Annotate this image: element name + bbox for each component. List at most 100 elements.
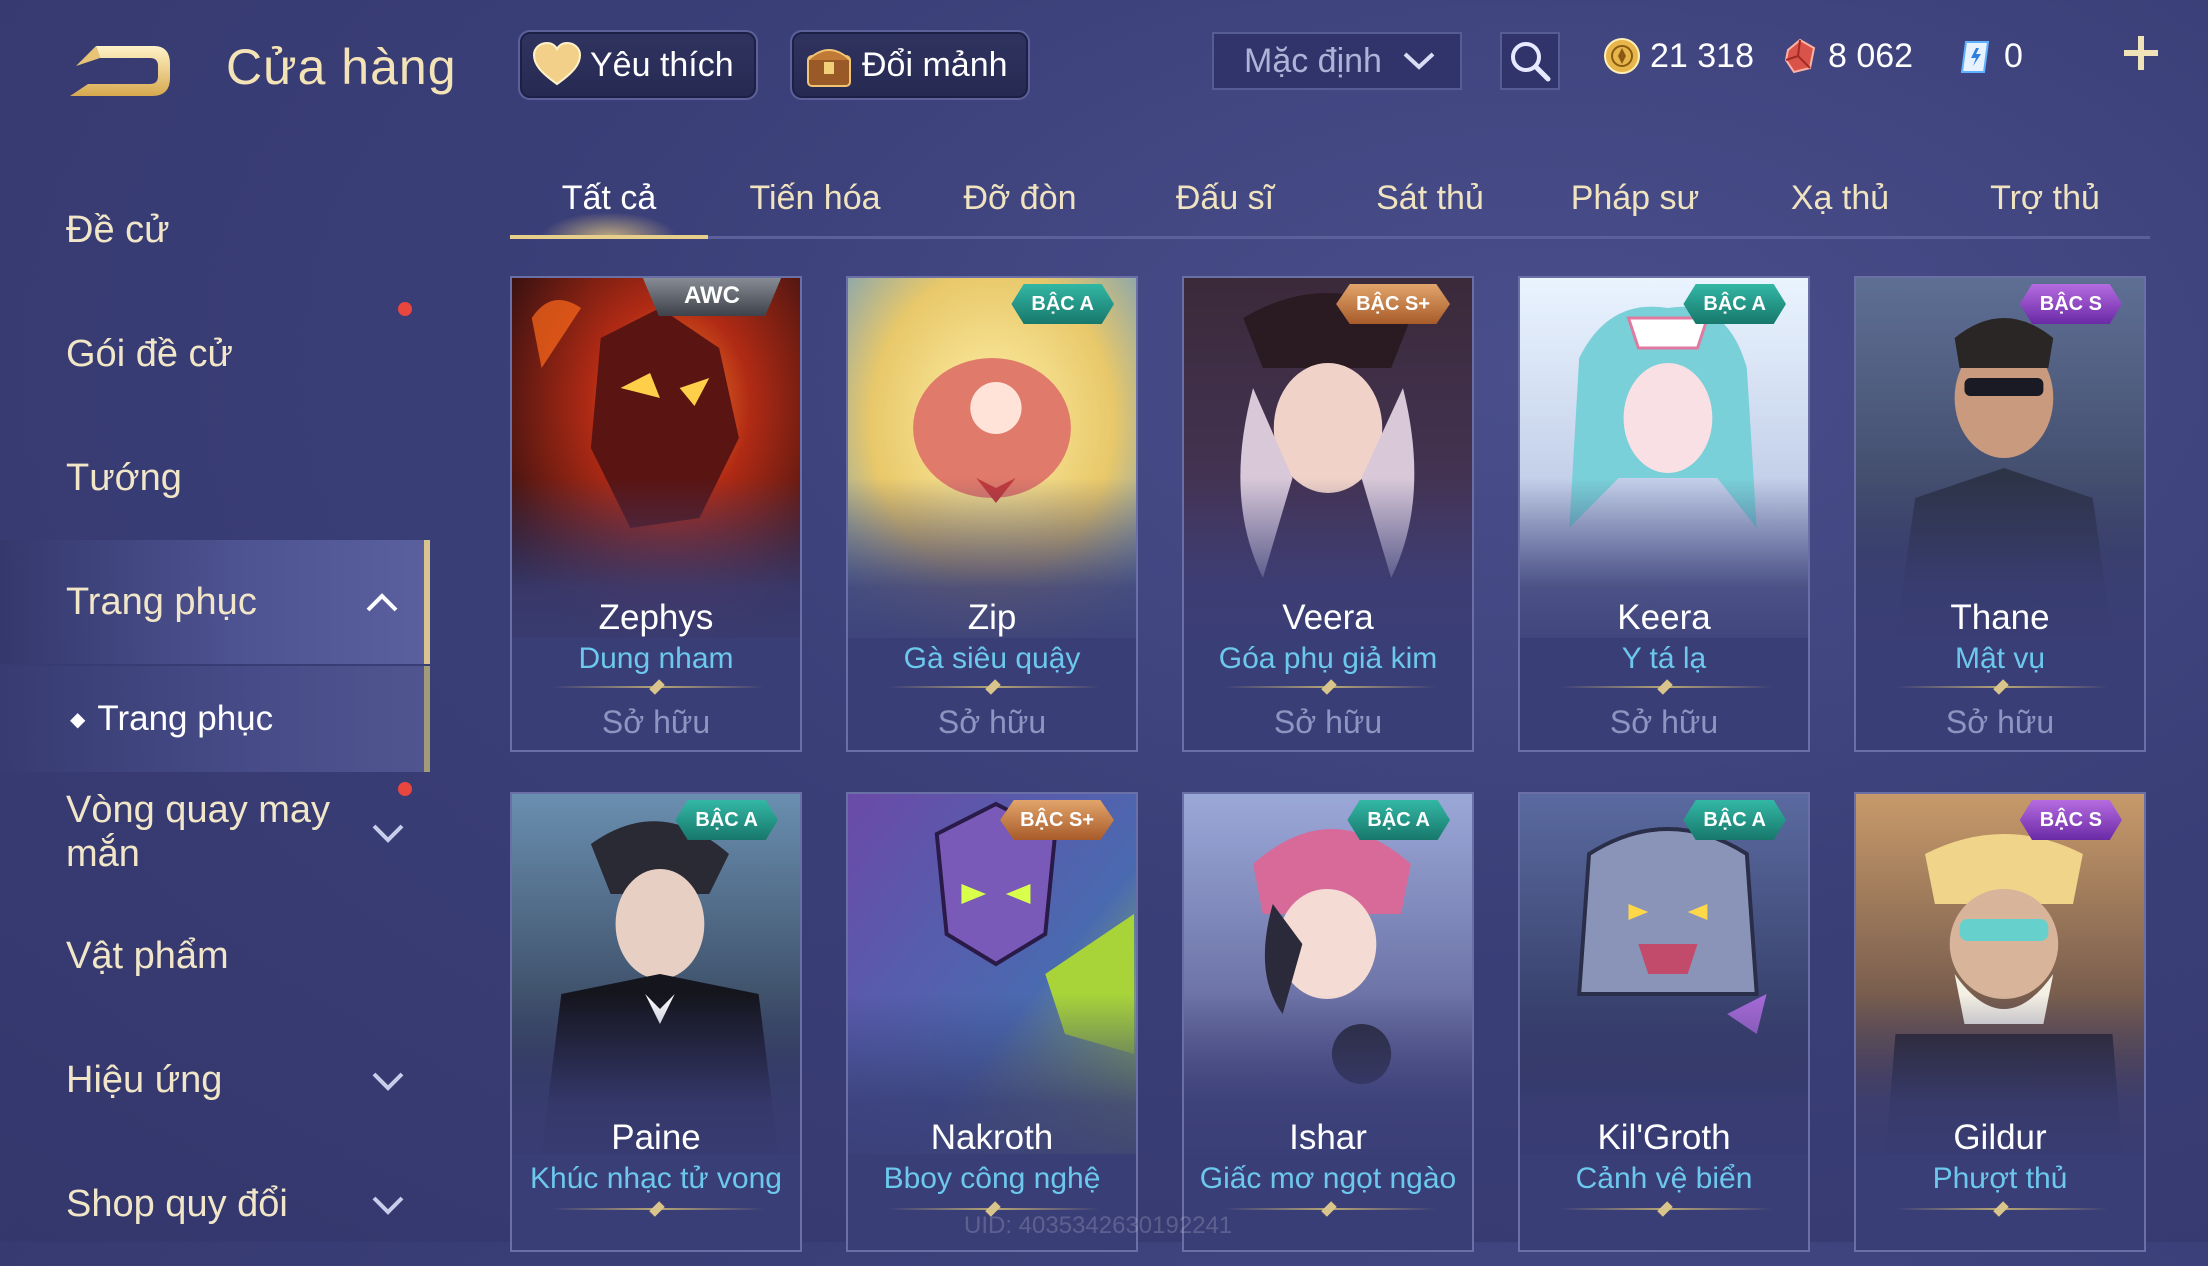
skin-card-thane[interactable]: BẬC S Thane Mật vụ Sở hữu — [1854, 276, 2146, 752]
skin-name: Bboy công nghệ — [883, 1162, 1101, 1195]
skin-name: Dung nham — [578, 642, 734, 675]
notification-dot — [398, 782, 412, 796]
skin-card-paine[interactable]: BẬC A Paine Khúc nhạc tử vong — [510, 792, 802, 1252]
hero-name: Zip — [967, 598, 1017, 637]
skin-name: Mật vụ — [1954, 642, 2046, 675]
skin-card-ishar[interactable]: BẬC A Ishar Giấc mơ ngọt ngào — [1182, 792, 1474, 1252]
owned-status: Sở hữu — [1609, 704, 1719, 740]
page-title: Cửa hàng — [226, 39, 457, 95]
tab-assassin[interactable]: Sát thủ — [1330, 160, 1530, 236]
gem-amount: 8 062 — [1828, 36, 1914, 75]
heart-icon — [532, 41, 582, 86]
tab-tank[interactable]: Đỡ đòn — [920, 160, 1120, 236]
treasure-chest-icon — [807, 49, 851, 87]
hero-name: Ishar — [1289, 1118, 1367, 1157]
sidebar-item-skins[interactable]: Trang phục — [0, 540, 430, 664]
tier-badge: BẬC A — [1683, 800, 1786, 840]
chevron-down-icon — [372, 1072, 404, 1091]
skin-card-keera[interactable]: BẬC A Keera Y tá lạ Sở hữu — [1518, 276, 1810, 752]
gem-currency: 8 062 — [1780, 34, 1913, 78]
hero-name: Keera — [1617, 598, 1711, 637]
hero-name: Thane — [1950, 598, 2050, 637]
separator-gem-icon — [649, 679, 665, 695]
sidebar-item-label: Vòng quay may mắn — [66, 789, 331, 875]
skin-card-kilgroth[interactable]: BẬC A Kil'Groth Cảnh vệ biển — [1518, 792, 1810, 1252]
gold-amount: 21 318 — [1650, 36, 1754, 75]
hero-name: Kil'Groth — [1597, 1118, 1731, 1157]
active-tab-indicator — [510, 235, 708, 239]
separator-gem-icon — [1657, 679, 1673, 695]
skin-name: Góa phụ giả kim — [1218, 642, 1438, 675]
favorite-button[interactable]: Yêu thích — [518, 30, 758, 100]
skin-card-nakroth[interactable]: BẬC S+ Nakroth Bboy công nghệ — [846, 792, 1138, 1252]
tier-badge: BẬC A — [1011, 284, 1114, 324]
sidebar-item-recommended[interactable]: Đề cử — [0, 168, 430, 292]
owned-status: Sở hữu — [937, 704, 1047, 740]
voucher-amount: 0 — [2004, 36, 2023, 75]
user-id-watermark: UID: 4035342630192241 — [964, 1212, 1233, 1239]
separator-gem-icon — [649, 1201, 665, 1217]
tier-badge: BẬC A — [1683, 284, 1786, 324]
skin-card-zip[interactable]: BẬC A Zip Gà siêu quậy Sở hữu — [846, 276, 1138, 752]
sidebar-item-label: Hiệu ứng — [66, 1058, 223, 1101]
sort-dropdown[interactable]: Mặc định — [1212, 32, 1462, 90]
sidebar-subitem-label: Trang phục — [97, 699, 274, 738]
exchange-label: Đổi mảnh — [862, 45, 1008, 84]
hero-name: Gildur — [1953, 1118, 2047, 1157]
gold-coin-icon — [1604, 38, 1640, 74]
tier-badge: BẬC S+ — [1000, 800, 1114, 840]
skin-name: Cảnh vệ biển — [1575, 1162, 1753, 1195]
exchange-fragments-button[interactable]: Đổi mảnh — [790, 30, 1030, 100]
chevron-up-icon — [366, 593, 398, 612]
owned-status: Sở hữu — [1273, 704, 1383, 740]
search-button[interactable] — [1500, 32, 1560, 90]
skin-name: Giấc mơ ngọt ngào — [1199, 1162, 1457, 1195]
sidebar-item-lucky-spin[interactable]: Vòng quay may mắn — [0, 772, 430, 892]
hero-name: Paine — [611, 1118, 701, 1157]
chevron-down-icon — [1403, 52, 1435, 70]
skin-name: Khúc nhạc tử vong — [530, 1162, 782, 1195]
sort-selected-value: Mặc định — [1244, 41, 1382, 80]
tier-badge: BẬC S — [2019, 284, 2122, 324]
separator-gem-icon — [1321, 679, 1337, 695]
gold-currency: 21 318 — [1602, 34, 1754, 78]
sidebar-item-effects[interactable]: Hiệu ứng — [0, 1018, 430, 1142]
tab-fighter[interactable]: Đấu sĩ — [1125, 160, 1325, 236]
sidebar-item-label: Đề cử — [66, 208, 170, 251]
skin-card-zephys[interactable]: AWC Zephys Dung nham Sở hữu — [510, 276, 802, 752]
plus-icon — [2124, 36, 2158, 70]
search-icon — [1511, 42, 1551, 82]
separator-gem-icon — [985, 679, 1001, 695]
back-arrow-icon — [70, 46, 170, 96]
tab-mage[interactable]: Pháp sư — [1535, 160, 1735, 236]
sidebar-item-heroes[interactable]: Tướng — [0, 416, 430, 540]
voucher-currency: 0 — [1956, 34, 2023, 78]
chevron-down-icon — [372, 1196, 404, 1215]
sidebar-item-label: Vật phẩm — [66, 934, 229, 977]
skin-card-gildur[interactable]: BẬC S Gildur Phượt thủ — [1854, 792, 2146, 1252]
sidebar-item-recommended-bundles[interactable]: Gói đề cử — [0, 292, 430, 416]
favorite-label: Yêu thích — [590, 45, 734, 84]
back-button[interactable] — [66, 38, 178, 102]
diamond-bullet-icon: ◆ — [70, 708, 86, 731]
category-tabs: Tất cả Tiến hóa Đỡ đòn Đấu sĩ Sát thủ Ph… — [510, 160, 2150, 239]
separator-gem-icon — [1321, 1201, 1337, 1217]
sidebar-item-items[interactable]: Vật phẩm — [0, 894, 430, 1018]
sidebar-subitem-skins[interactable]: ◆ Trang phục — [0, 666, 430, 772]
owned-status: Sở hữu — [1945, 704, 2055, 740]
tab-support[interactable]: Trợ thủ — [1945, 160, 2145, 236]
tab-evolution[interactable]: Tiến hóa — [715, 160, 915, 236]
red-gem-icon — [1784, 38, 1816, 74]
separator-gem-icon — [1993, 679, 2009, 695]
tier-badge: BẬC S+ — [1336, 284, 1450, 324]
sidebar-item-label: Gói đề cử — [66, 332, 233, 375]
tier-badge: AWC — [642, 278, 782, 316]
add-currency-button[interactable] — [2118, 30, 2164, 76]
tab-marksman[interactable]: Xạ thủ — [1740, 160, 1940, 236]
skin-card-veera[interactable]: BẬC S+ Veera Góa phụ giả kim Sở hữu — [1182, 276, 1474, 752]
sidebar-item-label: Trang phục — [66, 580, 257, 623]
separator-gem-icon — [1993, 1201, 2009, 1217]
sidebar-item-exchange-shop[interactable]: Shop quy đổi — [0, 1142, 430, 1266]
skin-name: Y tá lạ — [1621, 642, 1707, 675]
chevron-down-icon — [372, 824, 404, 843]
